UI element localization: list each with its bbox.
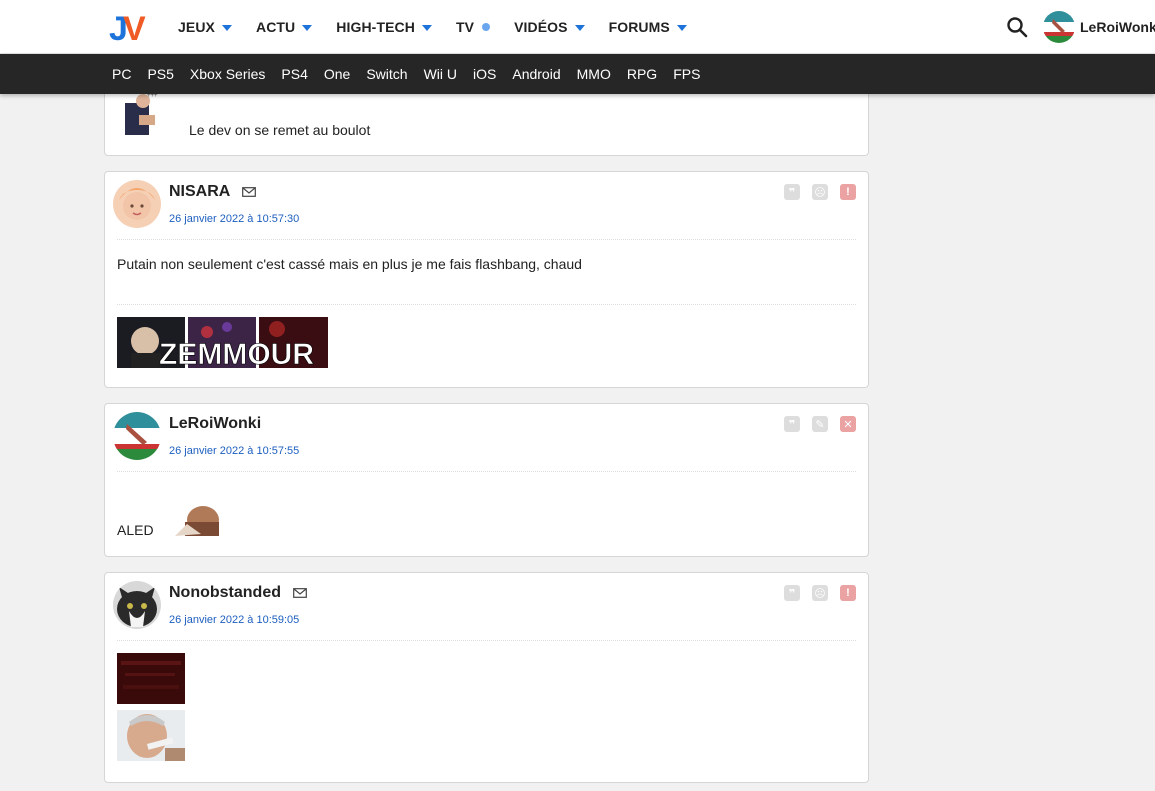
- mail-icon[interactable]: [242, 187, 257, 197]
- post-actions: ❞ ☹ !: [772, 184, 856, 200]
- platform-switch[interactable]: Switch: [366, 66, 407, 82]
- report-icon[interactable]: !: [840, 585, 856, 601]
- forum-post: NISARA 26 janvier 2022 à 10:57:30 ❞ ☹ ! …: [104, 171, 869, 388]
- post-date[interactable]: 26 janvier 2022 à 10:57:55: [169, 445, 299, 457]
- forum-post: Nonobstanded 26 janvier 2022 à 10:59:05 …: [104, 572, 869, 783]
- live-dot-icon: [482, 23, 491, 31]
- sticker-image: [117, 710, 185, 761]
- chevron-down-icon: [676, 24, 687, 31]
- edit-icon[interactable]: ✎: [812, 416, 828, 432]
- nav-jeux[interactable]: JEUX: [178, 19, 232, 35]
- search-icon[interactable]: [1006, 16, 1028, 38]
- report-icon[interactable]: !: [840, 184, 856, 200]
- user-avatar: [1043, 11, 1075, 43]
- chevron-down-icon: [302, 24, 313, 31]
- post-actions: ❞ ✎ ✕: [772, 416, 856, 432]
- user-avatar[interactable]: [113, 180, 161, 228]
- post-author[interactable]: LeRoiWonki: [169, 415, 261, 433]
- nav-tv[interactable]: TV: [456, 19, 491, 35]
- post-text: ALED: [117, 522, 154, 538]
- post-author[interactable]: NISARA: [169, 183, 257, 201]
- nav-forums[interactable]: FORUMS: [609, 19, 687, 35]
- platform-xbox-series[interactable]: Xbox Series: [190, 66, 265, 82]
- forum-post: LeRoiWonki 26 janvier 2022 à 10:57:55 ❞ …: [104, 403, 869, 557]
- sticker-image: [171, 500, 227, 536]
- divider: [117, 640, 856, 641]
- nav-high-tech[interactable]: HIGH-TECH: [336, 19, 432, 35]
- post-text: Putain non seulement c'est cassé mais en…: [117, 256, 582, 272]
- nav-actu[interactable]: ACTU: [256, 19, 313, 35]
- platform-bar: PC PS5 Xbox Series PS4 One Switch Wii U …: [0, 54, 1155, 94]
- quote-icon[interactable]: ❞: [784, 585, 800, 601]
- post-actions: ❞ ☹ !: [772, 585, 856, 601]
- chevron-down-icon: [421, 24, 432, 31]
- jv-logo[interactable]: J V: [109, 10, 153, 44]
- divider: [117, 239, 856, 240]
- signature-image: +++: [119, 89, 173, 135]
- platform-fps[interactable]: FPS: [673, 66, 700, 82]
- user-menu[interactable]: LeRoiWonki: [1043, 11, 1155, 43]
- divider: [117, 304, 856, 305]
- user-avatar[interactable]: [113, 581, 161, 629]
- user-name: LeRoiWonki: [1080, 19, 1155, 35]
- quote-icon[interactable]: ❞: [784, 416, 800, 432]
- post-date[interactable]: 26 janvier 2022 à 10:59:05: [169, 614, 299, 626]
- main-nav: JEUX ACTU HIGH-TECH TV VIDÉOS FORUMS: [178, 0, 711, 54]
- platform-list: PC PS5 Xbox Series PS4 One Switch Wii U …: [112, 54, 716, 94]
- divider: [117, 471, 856, 472]
- chevron-down-icon: [221, 24, 232, 31]
- top-header: J V JEUX ACTU HIGH-TECH TV VIDÉOS FORUMS…: [0, 0, 1155, 54]
- sad-icon[interactable]: ☹: [812, 184, 828, 200]
- sticker-image: [117, 653, 185, 704]
- platform-wii-u[interactable]: Wii U: [424, 66, 457, 82]
- post-date[interactable]: 26 janvier 2022 à 10:57:30: [169, 213, 299, 225]
- svg-text:ZEMMOUR: ZEMMOUR: [159, 338, 314, 368]
- svg-text:V: V: [123, 10, 146, 44]
- sad-icon[interactable]: ☹: [812, 585, 828, 601]
- chevron-down-icon: [574, 24, 585, 31]
- platform-ps4[interactable]: PS4: [281, 66, 307, 82]
- platform-rpg[interactable]: RPG: [627, 66, 657, 82]
- platform-ios[interactable]: iOS: [473, 66, 496, 82]
- signature-banner: ZEMMOUR: [117, 317, 328, 368]
- platform-ps5[interactable]: PS5: [147, 66, 173, 82]
- nav-videos[interactable]: VIDÉOS: [514, 19, 585, 35]
- delete-icon[interactable]: ✕: [840, 416, 856, 432]
- post-text: Le dev on se remet au boulot: [189, 122, 371, 138]
- user-avatar[interactable]: [113, 412, 161, 460]
- platform-android[interactable]: Android: [512, 66, 560, 82]
- platform-mmo[interactable]: MMO: [577, 66, 611, 82]
- quote-icon[interactable]: ❞: [784, 184, 800, 200]
- mail-icon[interactable]: [293, 588, 307, 598]
- platform-one[interactable]: One: [324, 66, 350, 82]
- post-author[interactable]: Nonobstanded: [169, 584, 307, 602]
- platform-pc[interactable]: PC: [112, 66, 131, 82]
